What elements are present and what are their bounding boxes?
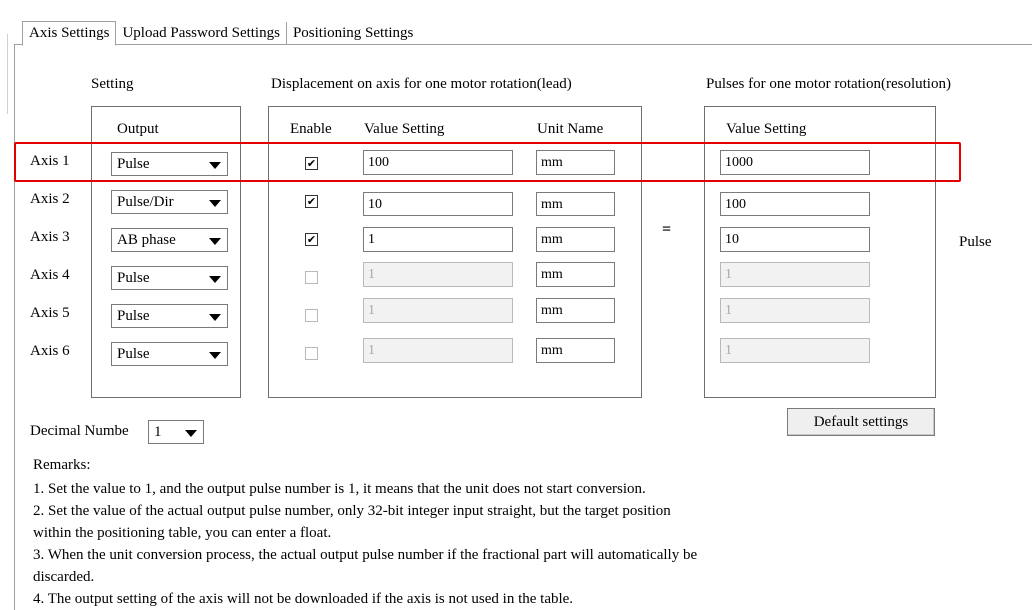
remark-line: 1. Set the value to 1, and the output pu…	[33, 481, 646, 497]
axis-label: Axis 6	[30, 343, 70, 359]
output-column-header: Output	[117, 121, 159, 137]
unit-name-input[interactable]: mm	[536, 192, 615, 216]
output-select[interactable]: AB phase	[111, 228, 228, 252]
panel-left-border	[14, 44, 15, 610]
left-edge-line	[7, 34, 8, 114]
pulse-unit-label: Pulse	[959, 234, 992, 250]
enable-checkbox[interactable]: ✔	[305, 233, 318, 246]
output-select-value: Pulse	[117, 270, 150, 286]
axis-label: Axis 5	[30, 305, 70, 321]
output-select-value: Pulse	[117, 346, 150, 362]
tab-bar: Axis Settings Upload Password Settings P…	[22, 21, 419, 46]
output-select-value: AB phase	[117, 232, 176, 248]
pulse-value-input[interactable]: 1	[720, 262, 870, 287]
enable-checkbox[interactable]: ✔	[305, 195, 318, 208]
pulse-value-input[interactable]: 1	[720, 298, 870, 323]
pulse-value-input[interactable]: 1	[720, 338, 870, 363]
unit-name-column-header: Unit Name	[537, 121, 604, 137]
unit-name-input[interactable]: mm	[536, 298, 615, 323]
chevron-down-icon	[185, 430, 197, 437]
check-icon: ✔	[306, 233, 317, 246]
displacement-header: Displacement on axis for one motor rotat…	[271, 76, 572, 92]
pulse-value-setting-column-header: Value Setting	[726, 121, 807, 137]
enable-checkbox[interactable]	[305, 347, 318, 360]
decimal-number-label: Decimal Numbe	[30, 423, 129, 439]
unit-name-input[interactable]: mm	[536, 227, 615, 252]
axis-label: Axis 2	[30, 191, 70, 207]
default-settings-button[interactable]: Default settings	[787, 408, 935, 436]
remark-line: within the positioning table, you can en…	[33, 525, 332, 541]
equals-sign: =	[662, 221, 672, 238]
axis-label: Axis 3	[30, 229, 70, 245]
chevron-down-icon	[209, 200, 221, 207]
output-select[interactable]: Pulse/Dir	[111, 190, 228, 214]
pulses-header: Pulses for one motor rotation(resolution…	[706, 76, 951, 92]
chevron-down-icon	[209, 238, 221, 245]
unit-name-input[interactable]: mm	[536, 262, 615, 287]
tab-upload-password-settings[interactable]: Upload Password Settings	[116, 22, 287, 45]
pulse-value-input[interactable]: 10	[720, 227, 870, 252]
setting-header: Setting	[91, 76, 134, 92]
tab-axis-settings[interactable]: Axis Settings	[22, 21, 117, 46]
output-select-value: Pulse	[117, 308, 150, 324]
remarks-title: Remarks:	[33, 457, 91, 473]
remark-line: 2. Set the value of the actual output pu…	[33, 503, 671, 519]
remark-line: 4. The output setting of the axis will n…	[33, 591, 574, 607]
output-select-value: Pulse/Dir	[117, 194, 174, 210]
lead-value-input[interactable]: 1	[363, 298, 513, 323]
enable-checkbox[interactable]	[305, 309, 318, 322]
enable-checkbox[interactable]	[305, 271, 318, 284]
decimal-select[interactable]: 1	[148, 420, 204, 444]
output-select[interactable]: Pulse	[111, 342, 228, 366]
pulse-value-input[interactable]: 100	[720, 192, 870, 216]
chevron-down-icon	[209, 352, 221, 359]
axis-label: Axis 4	[30, 267, 70, 283]
output-select[interactable]: Pulse	[111, 304, 228, 328]
lead-value-input[interactable]: 10	[363, 192, 513, 216]
unit-name-input[interactable]: mm	[536, 338, 615, 363]
lead-value-input[interactable]: 1	[363, 262, 513, 287]
axis-1-highlight	[14, 142, 961, 182]
output-select[interactable]: Pulse	[111, 266, 228, 290]
enable-column-header: Enable	[290, 121, 332, 137]
chevron-down-icon	[209, 314, 221, 321]
tab-positioning-settings[interactable]: Positioning Settings	[287, 22, 419, 45]
remark-line: discarded.	[33, 569, 95, 585]
lead-value-input[interactable]: 1	[363, 227, 513, 252]
value-setting-column-header: Value Setting	[364, 121, 445, 137]
chevron-down-icon	[209, 276, 221, 283]
remark-line: 3. When the unit conversion process, the…	[33, 547, 698, 563]
check-icon: ✔	[306, 195, 317, 208]
lead-value-input[interactable]: 1	[363, 338, 513, 363]
decimal-select-value: 1	[154, 424, 162, 440]
